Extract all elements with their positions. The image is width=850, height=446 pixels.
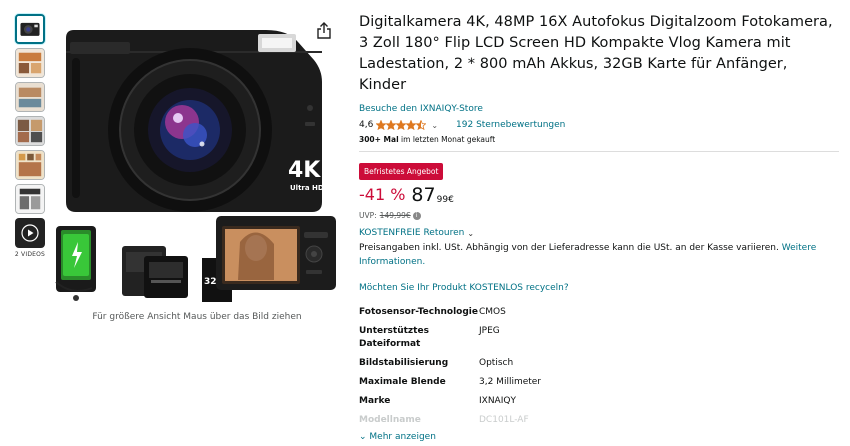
price-whole: 87 — [411, 184, 436, 206]
bought-count: 300+ Mal — [359, 135, 399, 144]
rating-row: 4,6 ⌄ 192 Sternebewertungen — [359, 118, 839, 132]
spec-key: Marke — [359, 396, 391, 406]
deal-badge: Befristetes Angebot — [359, 163, 444, 180]
list-price: UVP: 149,99€ i — [359, 211, 839, 220]
spec-value: IXNAIQY — [479, 396, 516, 406]
uvp-label: UVP: — [359, 211, 377, 220]
spec-row-faded: Modellname DC101L-AF — [359, 414, 659, 433]
star-rating[interactable] — [376, 120, 427, 130]
spec-row: Unterstütztes Dateiformat JPEG — [359, 325, 659, 357]
share-icon[interactable] — [316, 22, 332, 40]
store-link[interactable]: Besuche den IXNAIQY-Store — [359, 104, 483, 114]
thumbnail-strip: 2 VIDEOS — [15, 14, 47, 258]
spec-value: JPEG — [479, 326, 500, 336]
play-icon — [21, 224, 39, 242]
spec-value: Optisch — [479, 358, 514, 368]
ratings-count-link[interactable]: 192 Sternebewertungen — [456, 120, 565, 130]
thumbnail-feature-4[interactable] — [15, 150, 45, 180]
free-returns-label: KOSTENFREIE Retouren — [359, 228, 465, 238]
chevron-down-icon: ⌄ — [359, 432, 367, 442]
star-icon — [376, 120, 387, 130]
camera-back-illustration — [216, 216, 336, 290]
price: 8799€ — [411, 185, 453, 209]
spec-row: Fotosensor-Technologie CMOS — [359, 306, 659, 325]
thumbnail-feature-2[interactable] — [15, 82, 45, 112]
spec-table: Fotosensor-Technologie CMOS Unterstützte… — [359, 306, 659, 433]
spec-key: Maximale Blende — [359, 377, 446, 387]
price-fraction: 99 — [436, 195, 449, 205]
thumbnail-feature-5[interactable] — [15, 184, 45, 214]
thumbnail-camera-front[interactable] — [15, 14, 45, 44]
thumbnail-feature-1[interactable] — [15, 48, 45, 78]
spec-value: CMOS — [479, 307, 506, 317]
star-icon — [406, 120, 417, 130]
image-hover-hint: Für größere Ansicht Maus über das Bild z… — [92, 312, 302, 322]
rating-value: 4,6 — [359, 120, 374, 130]
charging-station-illustration — [55, 226, 96, 301]
vat-notice: Preisangaben inkl. USt. Abhängig von der… — [359, 241, 829, 269]
show-more-link[interactable]: ⌄ Mehr anzeigen — [359, 432, 436, 442]
show-more-label: Mehr anzeigen — [369, 432, 436, 442]
bought-last-month: 300+ Mal im letzten Monat gekauft — [359, 135, 839, 144]
spec-value: DC101L-AF — [479, 415, 529, 425]
camera-illustration: 4K Ultra HD — [66, 30, 324, 212]
camera-4k-badge: 4K — [288, 158, 321, 183]
price-row: -41 % 8799€ — [359, 185, 839, 209]
spec-row: Bildstabilisierung Optisch — [359, 357, 659, 376]
video-count-label: 2 VIDEOS — [14, 251, 46, 258]
chevron-down-icon: ⌄ — [467, 228, 475, 238]
camera-ultrahd-badge: Ultra HD — [290, 184, 324, 192]
recycle-link[interactable]: Möchten Sie Ihr Produkt KOSTENLOS recyce… — [359, 283, 569, 293]
star-icon — [396, 120, 407, 130]
bought-text: im letzten Monat gekauft — [398, 135, 496, 144]
uvp-value: 149,99€ — [379, 211, 411, 220]
spec-key: Fotosensor-Technologie — [359, 307, 478, 317]
spec-value: 3,2 Millimeter — [479, 377, 542, 387]
product-main-image[interactable]: 4K Ultra HD 32GB — [52, 12, 342, 302]
price-currency: € — [448, 195, 454, 205]
spec-key: Bildstabilisierung — [359, 358, 449, 368]
star-icon — [416, 120, 427, 130]
product-title: Digitalkamera 4K, 48MP 16X Autofokus Dig… — [359, 14, 833, 93]
chevron-down-icon[interactable]: ⌄ — [431, 121, 438, 130]
thumbnail-feature-3[interactable] — [15, 116, 45, 146]
batteries-illustration — [122, 246, 188, 298]
video-thumbnail[interactable] — [15, 218, 45, 248]
spec-row: Marke IXNAIQY — [359, 395, 659, 414]
vat-text: Preisangaben inkl. USt. Abhängig von der… — [359, 243, 779, 253]
spec-key: Unterstütztes Dateiformat — [359, 326, 429, 349]
discount-percent: -41 % — [359, 185, 406, 204]
spec-key: Modellname — [359, 415, 421, 425]
free-returns-link[interactable]: KOSTENFREIE Retouren ⌄ — [359, 228, 474, 238]
divider — [359, 151, 839, 152]
star-icon — [386, 120, 397, 130]
spec-row: Maximale Blende 3,2 Millimeter — [359, 376, 659, 395]
product-info: Digitalkamera 4K, 48MP 16X Autofokus Dig… — [359, 12, 839, 433]
info-icon[interactable]: i — [412, 211, 421, 220]
